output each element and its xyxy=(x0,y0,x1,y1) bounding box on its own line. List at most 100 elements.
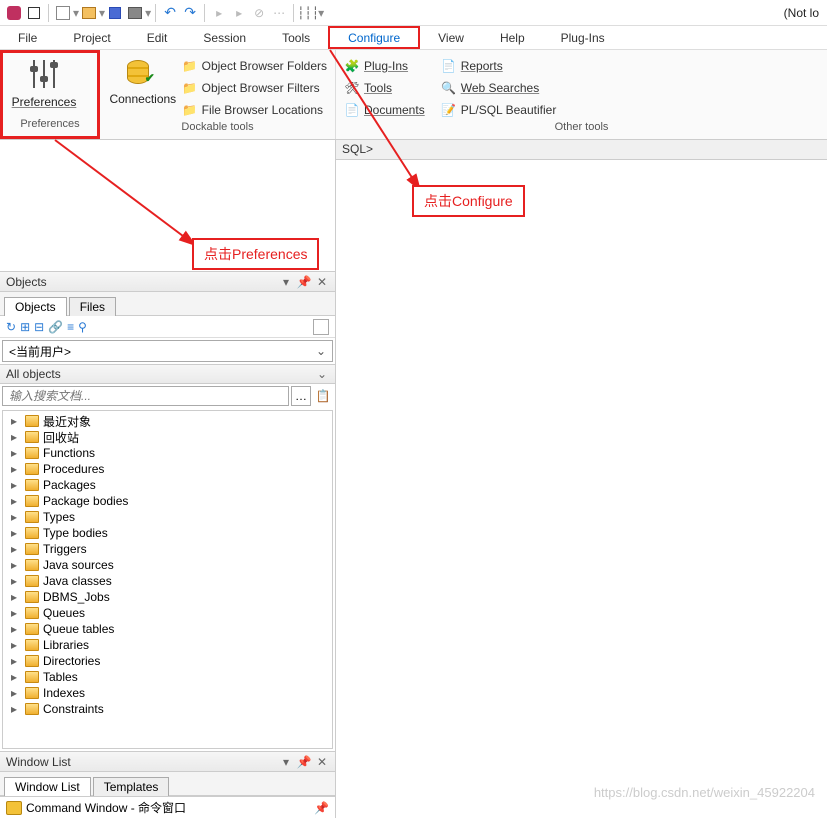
refresh-icon[interactable]: ↻ xyxy=(6,320,16,334)
expand-icon[interactable]: ▸ xyxy=(11,702,21,716)
user-combo[interactable]: <当前用户>⌄ xyxy=(2,340,333,362)
chevron-down-icon[interactable]: ⌄ xyxy=(315,367,329,381)
expand-icon[interactable]: ▸ xyxy=(11,574,21,588)
tree-node[interactable]: ▸最近对象 xyxy=(3,413,332,429)
tree-node[interactable]: ▸Triggers xyxy=(3,541,332,557)
expand-icon[interactable]: ▸ xyxy=(11,510,21,524)
expand-icon[interactable]: ▸ xyxy=(11,430,21,444)
menu-view[interactable]: View xyxy=(420,26,482,49)
run2-icon[interactable]: ▸ xyxy=(231,5,247,21)
windowlist-tabs: Window List Templates xyxy=(0,772,335,796)
search-more-button[interactable]: … xyxy=(291,386,311,406)
redo-icon[interactable] xyxy=(182,5,198,21)
tree-node[interactable]: ▸Queues xyxy=(3,605,332,621)
menu-help[interactable]: Help xyxy=(482,26,543,49)
window-list-item[interactable]: Command Window - 命令窗口 📌 xyxy=(0,796,335,818)
tools-item[interactable]: 🛠Tools xyxy=(344,78,425,98)
editor-area: SQL> https://blog.csdn.net/weixin_459222… xyxy=(336,140,827,818)
misc-icon[interactable]: ⋯ xyxy=(271,5,287,21)
tree-node[interactable]: ▸Java sources xyxy=(3,557,332,573)
search-input[interactable] xyxy=(2,386,289,406)
panel-pin-icon[interactable]: 📌 xyxy=(297,275,311,289)
undo-icon[interactable] xyxy=(162,5,178,21)
menu-configure[interactable]: Configure xyxy=(328,26,420,49)
tab-files[interactable]: Files xyxy=(69,297,116,316)
tree-node[interactable]: ▸Package bodies xyxy=(3,493,332,509)
panel-close-icon[interactable]: ✕ xyxy=(315,755,329,769)
new-icon[interactable] xyxy=(55,5,71,21)
tree-node[interactable]: ▸Types xyxy=(3,509,332,525)
documents-item[interactable]: 📄Documents xyxy=(344,100,425,120)
tree-node[interactable]: ▸Tables xyxy=(3,669,332,685)
tree-node[interactable]: ▸回收站 xyxy=(3,429,332,445)
print-icon[interactable] xyxy=(127,5,143,21)
tree-node[interactable]: ▸Packages xyxy=(3,477,332,493)
tab-windowlist[interactable]: Window List xyxy=(4,777,91,796)
beautifier-item[interactable]: 📝PL/SQL Beautifier xyxy=(441,100,557,120)
tree-node[interactable]: ▸Directories xyxy=(3,653,332,669)
panel-pin-icon[interactable]: 📌 xyxy=(297,755,311,769)
object-browser-folders[interactable]: 📁Object Browser Folders xyxy=(182,56,327,76)
menu-tools[interactable]: Tools xyxy=(264,26,328,49)
web-searches-item[interactable]: 🔍Web Searches xyxy=(441,78,557,98)
expand-icon[interactable]: ▸ xyxy=(11,670,21,684)
expand-icon[interactable]: ▸ xyxy=(11,606,21,620)
folder-icon xyxy=(25,687,39,699)
connections-button[interactable]: ✔ Connections xyxy=(108,54,178,106)
menu-project[interactable]: Project xyxy=(55,26,128,49)
expand-icon[interactable]: ▸ xyxy=(11,414,21,428)
tree-node[interactable]: ▸DBMS_Jobs xyxy=(3,589,332,605)
stop-icon[interactable]: ⊘ xyxy=(251,5,267,21)
menu-session[interactable]: Session xyxy=(185,26,264,49)
panel-close-icon[interactable]: ✕ xyxy=(315,275,329,289)
folder-icon xyxy=(25,559,39,571)
tree-node[interactable]: ▸Procedures xyxy=(3,461,332,477)
menu-file[interactable]: File xyxy=(0,26,55,49)
sort-icon[interactable]: ≡ xyxy=(67,320,74,334)
tab-templates[interactable]: Templates xyxy=(93,777,170,796)
expand-icon[interactable]: ▸ xyxy=(11,478,21,492)
tree-node[interactable]: ▸Constraints xyxy=(3,701,332,717)
expand-icon[interactable]: ▸ xyxy=(11,494,21,508)
object-browser-filters[interactable]: 📁Object Browser Filters xyxy=(182,78,327,98)
panel-menu-icon[interactable]: ▾ xyxy=(279,755,293,769)
tree-node[interactable]: ▸Type bodies xyxy=(3,525,332,541)
open-icon[interactable] xyxy=(81,5,97,21)
expand-icon[interactable]: ▸ xyxy=(11,558,21,572)
expand-icon[interactable]: ▸ xyxy=(11,526,21,540)
expand-icon[interactable]: ▸ xyxy=(11,686,21,700)
plugins-item[interactable]: 🧩Plug-Ins xyxy=(344,56,425,76)
menu-edit[interactable]: Edit xyxy=(129,26,186,49)
expand-icon[interactable]: ▸ xyxy=(11,622,21,636)
expand-icon[interactable]: ▸ xyxy=(11,654,21,668)
link-icon[interactable]: 🔗 xyxy=(48,320,63,334)
tree-node[interactable]: ▸Libraries xyxy=(3,637,332,653)
collapse-icon[interactable]: ⊟ xyxy=(34,320,44,334)
expand-icon[interactable]: ▸ xyxy=(11,638,21,652)
objects-tree[interactable]: ▸最近对象▸回收站▸Functions▸Procedures▸Packages▸… xyxy=(2,410,333,749)
pin-icon[interactable]: 📌 xyxy=(314,801,329,815)
file-browser-locations[interactable]: 📁File Browser Locations xyxy=(182,100,327,120)
expand-icon[interactable]: ▸ xyxy=(11,542,21,556)
filter-icon[interactable]: ⚲ xyxy=(78,320,87,334)
preferences-button[interactable]: Preferences xyxy=(11,57,77,109)
db-icon[interactable] xyxy=(6,5,22,21)
search-copy-button[interactable]: 📋 xyxy=(313,386,333,406)
menu-plugins[interactable]: Plug-Ins xyxy=(543,26,623,49)
panel-menu-icon[interactable]: ▾ xyxy=(279,275,293,289)
tab-objects[interactable]: Objects xyxy=(4,297,67,316)
expand-icon[interactable]: ▸ xyxy=(11,446,21,460)
expand-icon[interactable]: ▸ xyxy=(11,590,21,604)
tree-node[interactable]: ▸Java classes xyxy=(3,573,332,589)
tree-node[interactable]: ▸Indexes xyxy=(3,685,332,701)
sliders-icon[interactable]: ┆┆┆ xyxy=(300,5,316,21)
reports-item[interactable]: 📄Reports xyxy=(441,56,557,76)
save-icon[interactable] xyxy=(107,5,123,21)
blank-icon[interactable] xyxy=(26,5,42,21)
tree-node[interactable]: ▸Functions xyxy=(3,445,332,461)
tree-node[interactable]: ▸Queue tables xyxy=(3,621,332,637)
expand-icon[interactable]: ▸ xyxy=(11,462,21,476)
expand-icon[interactable]: ⊞ xyxy=(20,320,30,334)
toolbar-square[interactable] xyxy=(313,319,329,335)
run-icon[interactable]: ▸ xyxy=(211,5,227,21)
